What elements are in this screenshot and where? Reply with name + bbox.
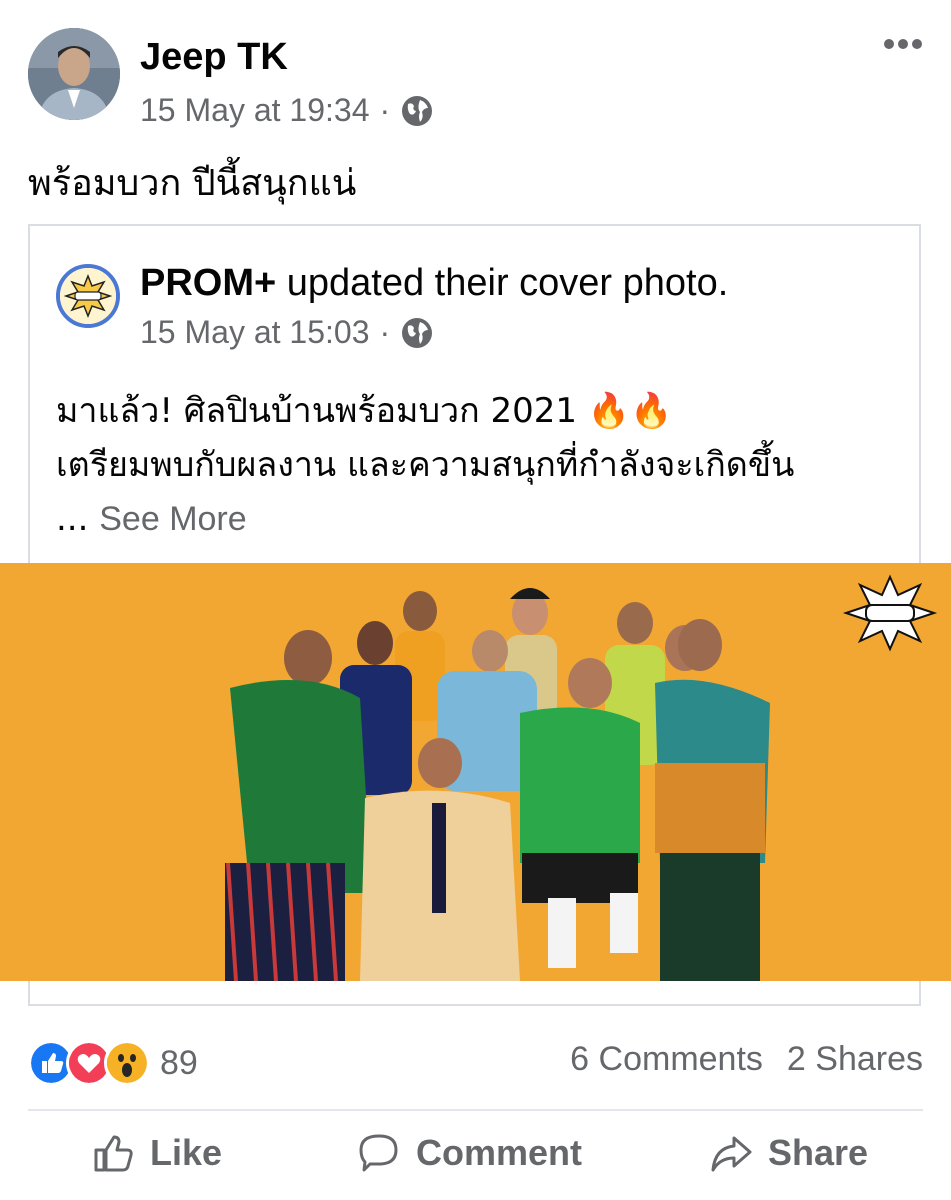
author-name[interactable]: Jeep TK — [140, 36, 288, 79]
page-name-link[interactable]: PROM+ — [140, 262, 276, 304]
see-more-row: ... See More — [56, 492, 916, 546]
post-meta: 15 May at 19:34 · — [140, 92, 434, 129]
see-more-link[interactable]: See More — [99, 500, 246, 538]
meta-separator: · — [379, 314, 391, 350]
cover-photo[interactable] — [0, 563, 951, 981]
like-icon — [94, 1135, 133, 1172]
shared-text: มาแล้ว! ศิลปินบ้านพร้อมบวก 2021 🔥🔥 เตรีย… — [56, 384, 916, 546]
more-icon[interactable] — [883, 34, 923, 54]
like-label: Like — [150, 1132, 223, 1173]
divider — [28, 1109, 923, 1111]
shared-action-text: updated their cover photo. — [276, 262, 729, 304]
shared-meta: 15 May at 15:03 · — [140, 314, 434, 351]
comment-label: Comment — [416, 1132, 583, 1173]
meta-separator: · — [379, 92, 391, 128]
author-avatar[interactable] — [28, 28, 120, 120]
share-button[interactable]: Share — [708, 1130, 868, 1176]
post-text: พร้อมบวก ปีนี้สนุกแน่ — [28, 163, 357, 204]
shared-text-line-2: เตรียมพบกับผลงาน และความสนุกที่กำลังจะเก… — [56, 445, 795, 485]
cover-photo-illustration — [0, 563, 951, 981]
globe-icon — [402, 317, 433, 348]
share-icon — [711, 1136, 752, 1172]
shared-text-line-1: มาแล้ว! ศิลปินบ้านพร้อมบวก 2021 🔥🔥 — [56, 391, 673, 431]
comment-button[interactable]: Comment — [356, 1130, 582, 1176]
page-avatar[interactable] — [56, 264, 120, 328]
shared-title: PROM+ updated their cover photo. — [140, 262, 728, 305]
post-timestamp[interactable]: 15 May at 19:34 — [140, 92, 369, 129]
action-bar: Like Comment Share — [0, 1130, 951, 1190]
reactions-summary[interactable]: 89 — [28, 1040, 198, 1086]
globe-icon — [402, 95, 433, 126]
share-label: Share — [768, 1132, 869, 1173]
reaction-count: 89 — [160, 1043, 198, 1082]
shared-timestamp[interactable]: 15 May at 15:03 — [140, 314, 369, 351]
comments-shares: 6 Comments 2 Shares — [570, 1040, 923, 1079]
shares-count[interactable]: 2 Shares — [787, 1040, 923, 1079]
wow-reaction-icon — [104, 1040, 150, 1086]
comment-icon — [359, 1134, 398, 1172]
ellipsis: ... — [56, 499, 89, 539]
comments-count[interactable]: 6 Comments — [570, 1040, 763, 1079]
like-button[interactable]: Like — [90, 1130, 222, 1176]
